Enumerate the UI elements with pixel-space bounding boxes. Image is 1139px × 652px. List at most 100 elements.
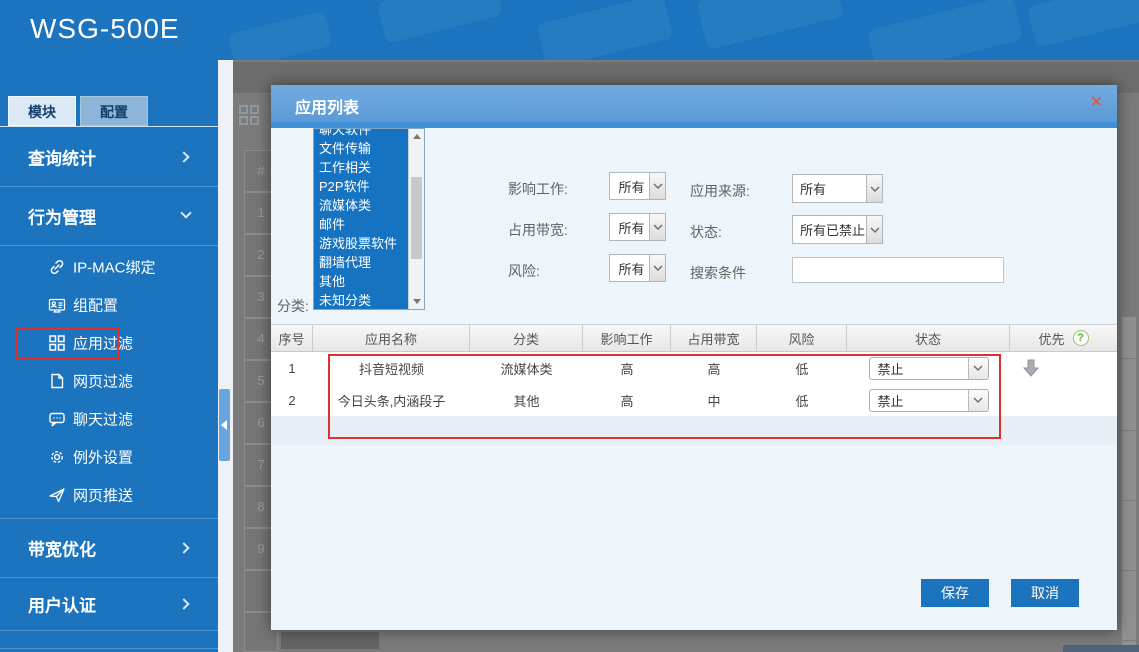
sidebar-item-chat-filter[interactable]: 聊天过滤 — [0, 400, 218, 438]
sidebar-collapse-handle[interactable] — [219, 389, 230, 461]
close-icon[interactable]: ✕ — [1090, 93, 1103, 113]
search-label: 搜索条件 — [690, 263, 746, 283]
scroll-down-button[interactable] — [409, 294, 424, 309]
listbox-item[interactable]: 其他 — [314, 272, 408, 291]
chevron-down-icon — [866, 175, 882, 202]
chevron-right-icon — [178, 151, 189, 162]
group-label: 行为管理 — [28, 204, 96, 229]
sidebar-item-ip-mac-binding[interactable]: IP-MAC绑定 — [0, 248, 218, 286]
modal-title: 应用列表 — [295, 94, 359, 118]
category-listbox[interactable]: 聊天软件 文件传输 工作相关 P2P软件 流媒体类 邮件 游戏股票软件 翻墙代理… — [313, 128, 425, 310]
col-header-priority: 优先 ? — [1010, 325, 1117, 351]
sidebar-item-app-filter[interactable]: 应用过滤 — [0, 324, 218, 362]
sidebar-group-behavior-mgmt[interactable]: 行为管理 — [0, 187, 218, 245]
chevron-down-icon — [866, 216, 882, 243]
select-value: 所有 — [793, 179, 866, 198]
col-header-status: 状态 — [847, 325, 1010, 351]
keyboard-decoration — [867, 0, 1024, 60]
category-label: 分类: — [277, 296, 309, 316]
group-label: 带宽优化 — [28, 536, 96, 561]
cell-impact: 高 — [583, 384, 671, 416]
menu-item-label: 聊天过滤 — [73, 409, 133, 430]
cell-priority — [1010, 352, 1117, 384]
cancel-button[interactable]: 取消 — [1011, 579, 1079, 607]
filter-bandwidth-select[interactable]: 所有 — [609, 213, 666, 241]
gear-icon — [48, 448, 66, 466]
sidebar-item-group-config[interactable]: 组配置 — [0, 286, 218, 324]
filter-source-select[interactable]: 所有 — [792, 174, 883, 203]
divider — [0, 648, 218, 649]
sidebar-item-web-push[interactable]: 网页推送 — [0, 476, 218, 514]
filter-status-select[interactable]: 所有已禁止 — [792, 215, 883, 244]
table-empty-row — [271, 416, 1117, 445]
cell-bandwidth: 中 — [671, 384, 757, 416]
keyboard-decoration — [227, 10, 333, 60]
listbox-item[interactable]: 工作相关 — [314, 158, 408, 177]
listbox-item[interactable]: 文件传输 — [314, 139, 408, 158]
listbox-item[interactable]: 游戏股票软件 — [314, 234, 408, 253]
listbox-item[interactable]: 邮件 — [314, 215, 408, 234]
listbox-scrollbar[interactable] — [408, 129, 424, 309]
app-title: WSG-500E — [30, 13, 180, 45]
cell-status: 禁止 — [847, 352, 1010, 384]
modal-titlebar — [271, 85, 1117, 122]
sidebar-tab-config[interactable]: 配置 — [80, 96, 148, 126]
scroll-up-icon — [413, 134, 421, 139]
cell-status: 禁止 — [847, 384, 1010, 416]
table-row: 2 今日头条,内涵段子 其他 高 中 低 禁止 — [271, 384, 1117, 416]
chevron-down-icon — [649, 173, 665, 199]
sidebar-item-web-filter[interactable]: 网页过滤 — [0, 362, 218, 400]
group-label: 用户认证 — [28, 592, 96, 617]
listbox-item[interactable]: 聊天软件 — [314, 128, 408, 139]
search-input[interactable] — [792, 257, 1004, 283]
col-header-no: 序号 — [271, 325, 313, 351]
select-value: 所有 — [610, 177, 649, 196]
page-scrollbar — [1122, 317, 1136, 652]
menu-item-label: 组配置 — [73, 295, 118, 316]
filter-risk-select[interactable]: 所有 — [609, 254, 666, 282]
sidebar-group-bandwidth-opt[interactable]: 带宽优化 — [0, 519, 218, 577]
listbox-item[interactable]: 翻墙代理 — [314, 253, 408, 272]
priority-header-label: 优先 — [1038, 329, 1064, 348]
impact-label: 影响工作: — [508, 179, 568, 199]
sidebar-tab-module[interactable]: 模块 — [8, 96, 76, 126]
cell-category: 其他 — [470, 384, 583, 416]
cell-no: 2 — [271, 384, 313, 416]
status-select[interactable]: 禁止 — [869, 357, 989, 380]
group-label: 查询统计 — [28, 145, 96, 170]
keyboard-decoration — [1027, 0, 1139, 48]
priority-down-icon[interactable] — [1022, 358, 1040, 378]
status-label: 状态: — [690, 222, 722, 242]
chevron-down-icon — [968, 358, 988, 379]
sidebar-group-query-stats[interactable]: 查询统计 — [0, 128, 218, 186]
menu-item-label: IP-MAC绑定 — [73, 257, 156, 278]
scrollbar-thumb[interactable] — [411, 177, 422, 259]
link-icon — [48, 258, 66, 276]
sidebar-item-exception-settings[interactable]: 例外设置 — [0, 438, 218, 476]
help-icon[interactable]: ? — [1073, 330, 1089, 346]
cell-risk: 低 — [757, 384, 847, 416]
col-header-risk: 风险 — [757, 325, 847, 351]
listbox-item[interactable]: 未知分类 — [314, 291, 408, 310]
menu-item-label: 例外设置 — [73, 447, 133, 468]
listbox-item[interactable]: 流媒体类 — [314, 196, 408, 215]
sidebar-group-user-auth[interactable]: 用户认证 — [0, 578, 218, 630]
chevron-down-icon — [180, 207, 191, 218]
source-label: 应用来源: — [690, 181, 750, 201]
keyboard-decoration — [377, 0, 504, 44]
cell-name: 抖音短视频 — [313, 352, 470, 384]
select-value: 所有已禁止 — [793, 220, 866, 239]
scroll-up-button[interactable] — [409, 129, 424, 144]
app-header: WSG-500E — [0, 0, 1139, 60]
select-value: 所有 — [610, 259, 649, 278]
bandwidth-label: 占用带宽: — [508, 220, 568, 240]
listbox-item[interactable]: P2P软件 — [314, 177, 408, 196]
cell-no: 1 — [271, 352, 313, 384]
col-header-bandwidth: 占用带宽 — [671, 325, 757, 351]
status-select[interactable]: 禁止 — [869, 389, 989, 412]
chevron-right-icon — [178, 598, 189, 609]
save-button[interactable]: 保存 — [921, 579, 989, 607]
divider — [0, 630, 218, 631]
filter-impact-select[interactable]: 所有 — [609, 172, 666, 200]
send-icon — [48, 486, 66, 504]
